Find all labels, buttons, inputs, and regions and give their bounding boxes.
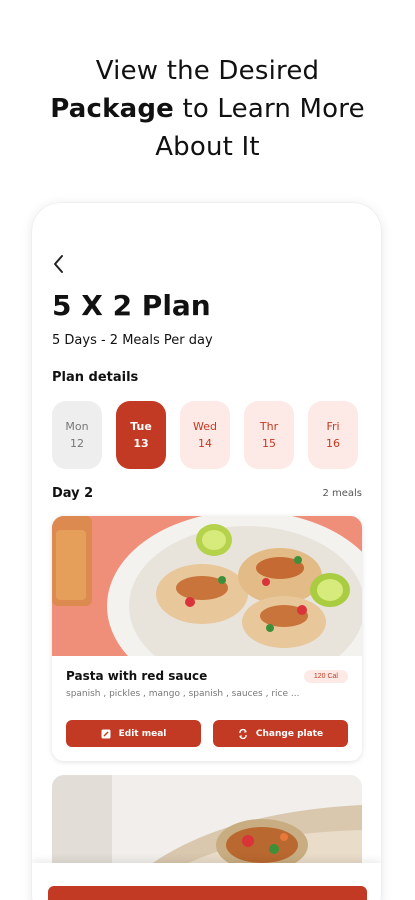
headline: View the Desired Package to Learn More A…	[0, 52, 415, 166]
meal-card[interactable]: Pasta with red sauce 120 Cal spanish , p…	[52, 516, 362, 761]
day-name: Mon	[65, 420, 89, 433]
day-number: 16	[326, 437, 340, 450]
plan-details-label: Plan details	[52, 370, 139, 385]
chevron-left-icon	[54, 255, 63, 273]
headline-line-2-rest: to Learn More	[173, 94, 365, 124]
edit-meal-label: Edit meal	[118, 728, 167, 739]
day-name: Tue	[130, 420, 152, 433]
plan-title: 5 X 2 Plan	[52, 289, 211, 322]
meal-info: Pasta with red sauce 120 Cal spanish , p…	[66, 669, 348, 699]
phone-frame: 5 X 2 Plan 5 Days - 2 Meals Per day Plan…	[32, 203, 381, 900]
change-plate-label: Change plate	[255, 728, 324, 739]
edit-meal-button[interactable]: Edit meal	[66, 720, 201, 747]
headline-bold-word: Package	[50, 94, 174, 124]
day-number: 12	[70, 437, 84, 450]
day-selector: Mon 12 Tue 13 Wed 14 Thr 15 Fri 16	[52, 401, 381, 471]
meal-name-row: Pasta with red sauce 120 Cal	[66, 669, 348, 683]
headline-line-3: About It	[155, 132, 260, 162]
change-plate-button[interactable]: Change plate	[213, 720, 348, 747]
meal-photo	[52, 516, 362, 656]
swap-icon	[239, 728, 247, 739]
day-name: Thr	[259, 420, 279, 433]
selected-day-label: Day 2	[52, 486, 94, 501]
day-chip-fri[interactable]: Fri 16	[308, 401, 358, 469]
headline-line-1: View the Desired	[95, 56, 320, 86]
day-number: 15	[262, 437, 276, 450]
selected-day-header: Day 2 2 meals	[52, 486, 362, 501]
calorie-badge: 120 Cal	[303, 669, 348, 683]
day-chip-mon[interactable]: Mon 12	[52, 401, 102, 469]
edit-icon	[101, 729, 111, 738]
day-number: 13	[133, 437, 149, 450]
day-chip-wed[interactable]: Wed 14	[180, 401, 230, 469]
day-name: Fri	[326, 420, 340, 433]
plan-subtitle: 5 Days - 2 Meals Per day	[52, 333, 213, 348]
meal-name: Pasta with red sauce	[66, 669, 208, 683]
day-number: 14	[198, 437, 212, 450]
meal-actions: Edit meal Change plate	[66, 720, 348, 747]
primary-cta-button[interactable]	[48, 886, 367, 900]
meal-ingredients: spanish , pickles , mango , spanish , sa…	[66, 689, 300, 699]
meal-count: 2 meals	[322, 488, 362, 499]
day-chip-tue[interactable]: Tue 13	[116, 401, 166, 469]
day-name: Wed	[193, 420, 217, 433]
back-button[interactable]	[50, 253, 68, 275]
day-chip-thr[interactable]: Thr 15	[244, 401, 294, 469]
headline-line-2: Package to Learn More	[0, 90, 415, 128]
meal-photo-illustration	[52, 516, 362, 656]
